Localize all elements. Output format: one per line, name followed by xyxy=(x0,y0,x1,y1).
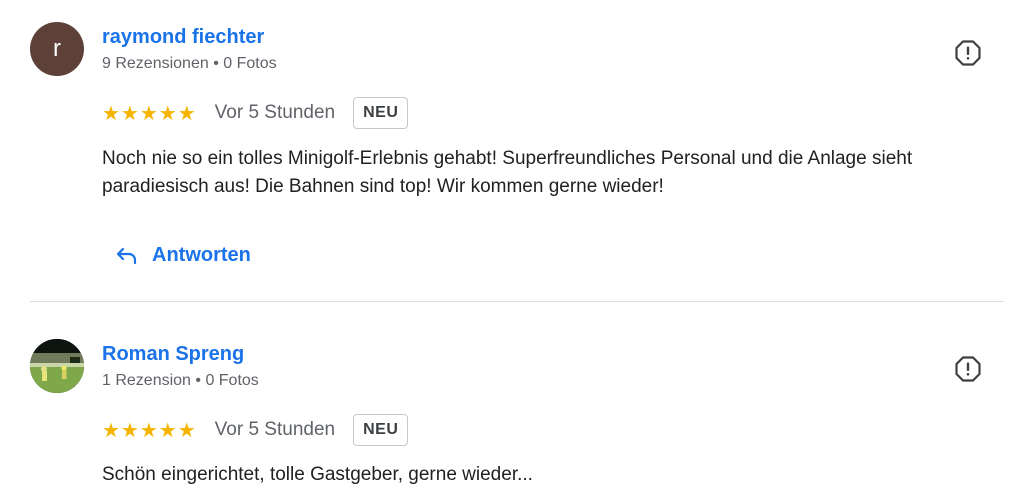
avatar[interactable] xyxy=(30,339,84,393)
reviewer-meta: 1 Rezension • 0 Fotos xyxy=(102,372,259,389)
review-text: Schön eingerichtet, tolle Gastgeber, ger… xyxy=(102,464,533,485)
rating-row: ★★★★★ Vor 5 Stunden NEU xyxy=(102,413,409,447)
reviewer-name[interactable]: Roman Spreng xyxy=(102,343,244,366)
new-badge: NEU xyxy=(353,414,409,446)
report-icon[interactable] xyxy=(955,356,981,382)
review-card: Roman Spreng 1 Rezension • 0 Fotos ★★★★★… xyxy=(0,0,1024,502)
star-rating: ★★★★★ xyxy=(102,419,197,442)
review-time: Vor 5 Stunden xyxy=(214,419,336,440)
